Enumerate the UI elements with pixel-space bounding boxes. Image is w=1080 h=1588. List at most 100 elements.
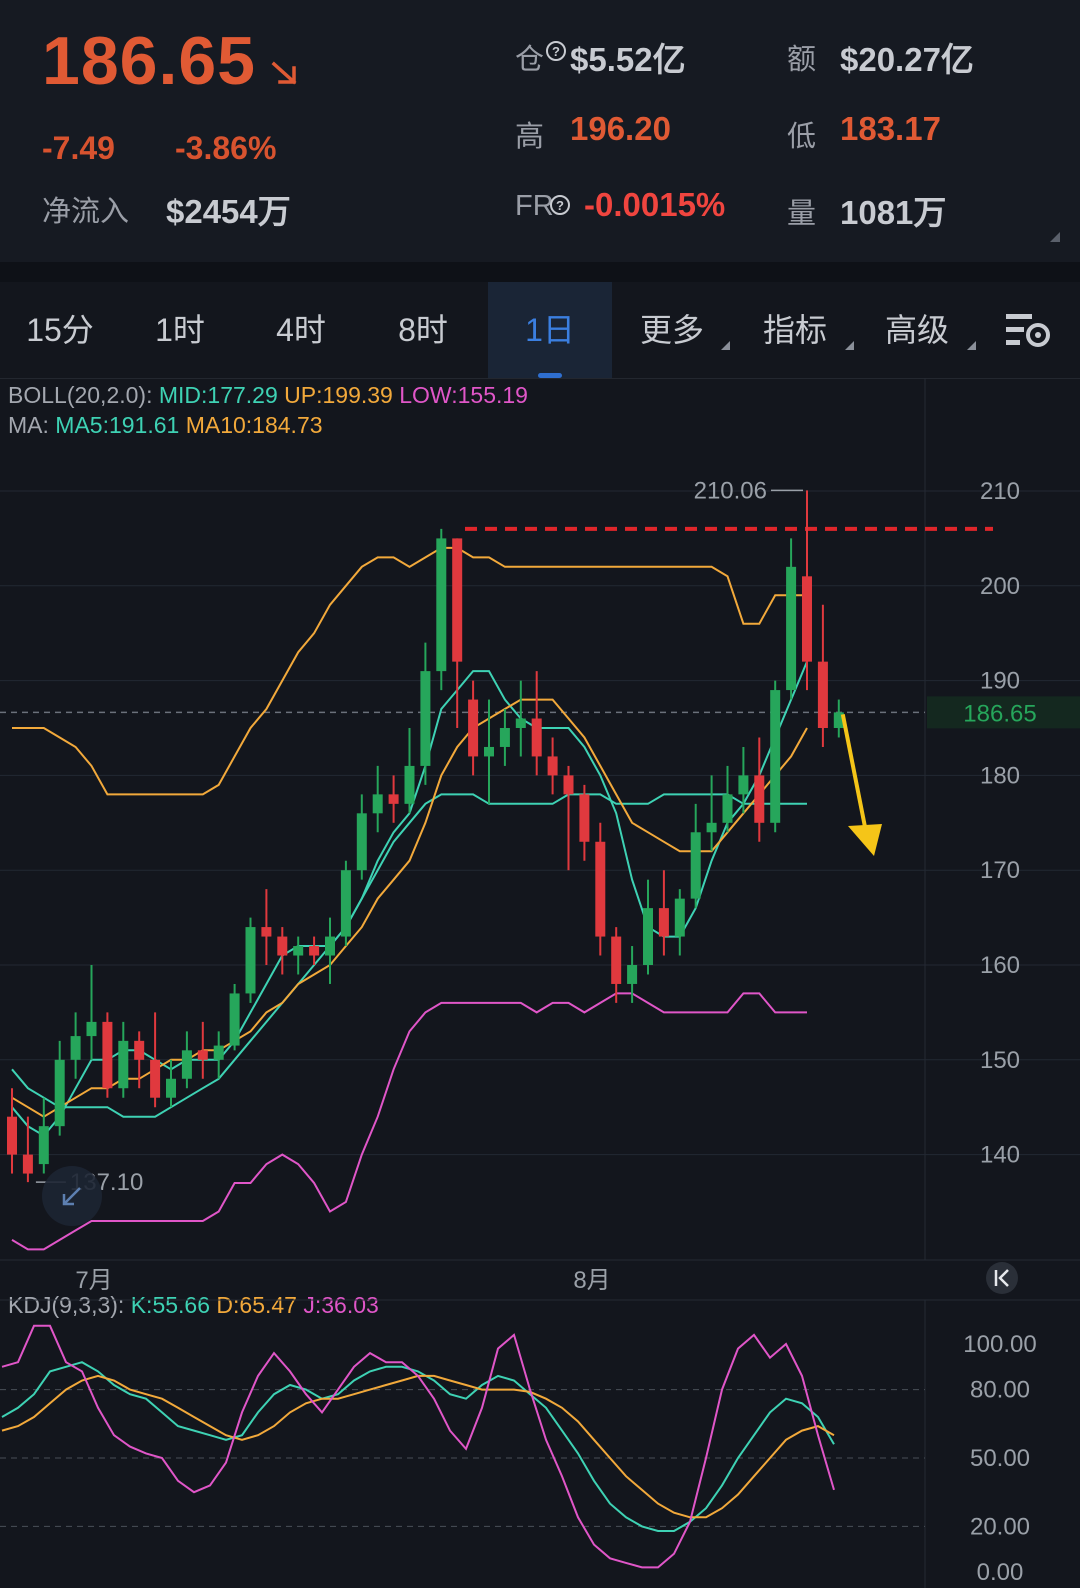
quote-header: 186.65 -7.49 -3.86% 净流入 $2454万 仓 ? $5.52…	[0, 0, 1080, 262]
candle-down	[611, 936, 622, 984]
candle-down	[102, 1021, 113, 1089]
tab-4h[interactable]: 4时	[240, 282, 362, 378]
candle-down	[531, 718, 542, 757]
boll-upper-line	[12, 546, 807, 796]
low-label: 低	[787, 121, 817, 153]
candle-down	[817, 661, 828, 728]
kdj-d: D:65.47	[216, 1292, 297, 1318]
price-change-pct: -3.86%	[175, 130, 277, 166]
kdj-y-tick-label: 80.00	[970, 1377, 1030, 1404]
tab-8h[interactable]: 8时	[362, 282, 484, 378]
max-price-label: 210.06	[694, 477, 767, 504]
y-tick-label: 190	[980, 668, 1020, 695]
expand-corner-icon[interactable]	[1050, 232, 1060, 242]
candle-down	[134, 1040, 145, 1060]
y-tick-label: 170	[980, 857, 1020, 884]
ma5-line	[11, 661, 808, 1137]
open-interest-value: $5.52亿	[570, 41, 686, 78]
price-change: -7.49	[42, 130, 115, 166]
candle-up	[356, 813, 367, 871]
candle-up	[499, 728, 510, 747]
candle-up	[229, 993, 240, 1046]
projection-arrow	[840, 713, 868, 833]
candle-up	[54, 1059, 65, 1127]
candle-up	[181, 1050, 192, 1079]
candle-up	[627, 965, 638, 984]
volume-label: 量	[787, 198, 817, 230]
candle-up	[515, 718, 526, 728]
candle-down	[7, 1116, 17, 1155]
tab-15m[interactable]: 15分	[0, 282, 120, 378]
help-icon[interactable]: ?	[549, 194, 571, 216]
svg-text:?: ?	[556, 198, 564, 213]
open-interest-label: 仓	[515, 44, 545, 76]
ma-prefix: MA:	[8, 412, 49, 438]
candle-up	[484, 746, 494, 757]
high-value: 196.20	[570, 110, 671, 147]
candle-up	[166, 1078, 176, 1098]
tab-indicators[interactable]: 指标	[734, 282, 856, 378]
chart-settings-icon[interactable]	[1004, 310, 1052, 350]
candle-down	[261, 927, 272, 937]
tab-1h[interactable]: 1时	[120, 282, 240, 378]
kdj-line-d	[1, 1374, 835, 1519]
boll-lower-line	[11, 992, 807, 1251]
funding-rate-value: -0.0015%	[584, 186, 726, 223]
candle-down	[452, 538, 463, 662]
kdj-prefix: KDJ(9,3,3):	[8, 1292, 125, 1318]
kdj-line-j	[1, 1324, 835, 1569]
kdj-y-tick-label: 100.00	[963, 1331, 1036, 1358]
amount-label: 额	[787, 44, 817, 76]
x-tick-label: 8月	[573, 1267, 610, 1294]
candle-up	[690, 832, 701, 899]
boll-low: LOW:155.19	[399, 382, 528, 408]
candle-down	[802, 576, 812, 662]
y-tick-label: 200	[980, 573, 1020, 600]
kdj-legend: KDJ(9,3,3): K:55.66 D:65.47 J:36.03	[8, 1292, 379, 1319]
candle-up	[70, 1036, 81, 1060]
candle-up	[245, 927, 256, 994]
y-tick-label: 210	[980, 478, 1020, 505]
active-tab-indicator	[538, 373, 562, 378]
boll-up: UP:199.39	[284, 382, 393, 408]
skip-back-icon	[994, 1269, 1009, 1287]
candle-up	[38, 1126, 49, 1165]
y-tick-label: 150	[980, 1047, 1020, 1074]
candle-up	[118, 1040, 129, 1089]
candle-down	[468, 699, 479, 757]
candle-up	[738, 775, 749, 795]
candle-down	[547, 756, 558, 776]
collapse-button	[42, 1166, 102, 1226]
x-tick-label: 7月	[75, 1267, 112, 1294]
candle-up	[420, 671, 431, 766]
candle-down	[197, 1050, 208, 1060]
tab-advanced[interactable]: 高级	[856, 282, 978, 378]
volume-value: 1081万	[840, 194, 947, 231]
candle-up	[213, 1045, 224, 1060]
scroll-latest-button	[986, 1262, 1018, 1294]
collapse-icon	[62, 1187, 81, 1206]
current-price-label: 186.65	[963, 700, 1036, 727]
projection-arrowhead	[848, 824, 882, 856]
tab-more[interactable]: 更多	[612, 282, 732, 378]
kdj-y-tick-label: 50.00	[970, 1445, 1030, 1472]
candle-down	[563, 775, 574, 795]
last-price: 186.65	[42, 23, 256, 99]
section-divider	[0, 262, 1080, 282]
kdj-y-tick-label: 0.00	[977, 1559, 1024, 1586]
candle-up	[372, 794, 383, 814]
candle-up	[86, 1021, 97, 1037]
y-tick-label: 180	[980, 762, 1020, 789]
current-price-tag	[927, 696, 1080, 729]
candle-up	[706, 822, 717, 833]
candle-down	[595, 841, 606, 937]
help-icon[interactable]: ?	[545, 40, 567, 62]
net-inflow-label: 净流入	[42, 196, 130, 228]
kdj-y-tick-label: 20.00	[970, 1513, 1030, 1540]
candle-down	[388, 794, 399, 804]
y-tick-label: 160	[980, 952, 1020, 979]
tab-1d[interactable]: 1日	[488, 282, 612, 378]
kdj-line-k	[1, 1361, 835, 1532]
candle-up	[293, 946, 304, 956]
kdj-j: J:36.03	[303, 1292, 379, 1318]
